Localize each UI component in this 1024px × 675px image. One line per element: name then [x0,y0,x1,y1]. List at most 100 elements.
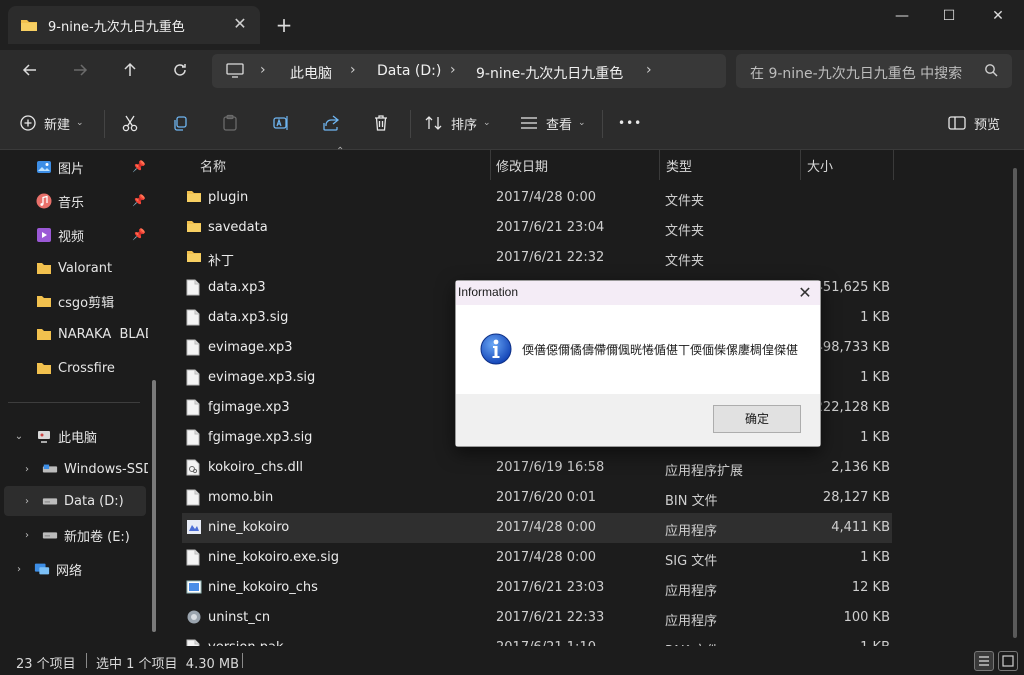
pictures-icon [36,159,52,175]
column-header-type[interactable]: 类型 [666,156,692,175]
sidebar-item-valorant[interactable]: Valorant [0,253,160,283]
sidebar-item-videos[interactable]: 视频 📌 [0,220,160,250]
chevron-down-icon: ⌄ [578,118,586,128]
file-row[interactable]: nine_kokoiro.exe.sig 2017/4/28 0:00 SIG 文件… [182,543,892,573]
sidebar-item-naraka[interactable]: NARAKA BLADEPOINT [0,319,148,349]
column-divider[interactable] [490,150,491,180]
file-row[interactable]: savedata 2017/6/21 23:04 文件夹 [182,213,892,243]
paste-icon [223,114,237,131]
sidebar-item-data-drive[interactable]: › Data (D:) [4,486,146,516]
forward-button[interactable] [64,58,96,88]
scissors-icon [122,115,138,132]
breadcrumb-current-folder[interactable]: 9-nine-九次九日九重色 [476,63,623,83]
close-window-button[interactable]: ✕ [976,4,1020,28]
dialog-close-button[interactable]: ✕ [792,281,818,305]
sidebar-item-crossfire[interactable]: Crossfire [0,353,160,383]
file-row[interactable]: uninst_cn 2017/6/21 22:33 应用程序 100 KB [182,603,892,633]
breadcrumb-data-drive[interactable]: Data (D:) [377,63,441,79]
pin-icon[interactable]: 📌 [132,228,146,241]
pin-icon[interactable]: 📌 [132,194,146,207]
column-header-name[interactable]: 名称 [200,156,226,175]
sidebar-item-this-pc[interactable]: ⌄ 此电脑 [0,421,160,451]
breadcrumb-separator[interactable]: › [450,62,456,78]
view-button[interactable]: 查看 ⌄ [520,108,586,138]
column-header-date[interactable]: 修改日期 [496,156,548,175]
sidebar-item-label: NARAKA BLADEPOINT [58,326,148,342]
file-name: savedata [208,220,268,235]
tiles-view-icon [1002,655,1014,667]
close-tab-icon[interactable]: ✕ [230,14,250,34]
sidebar-scrollbar[interactable] [152,380,156,632]
status-bar: 23 个项目 选中 1 个项目 4.30 MB [0,646,1024,675]
search-placeholder[interactable]: 在 9-nine-九次九日九重色 中搜索 [750,63,962,83]
pin-icon[interactable]: 📌 [132,160,146,173]
sidebar-item-csgo[interactable]: csgo剪辑 [0,286,160,316]
file-row[interactable]: 补丁 2017/6/21 22:32 文件夹 [182,243,892,273]
breadcrumb-separator[interactable]: › [350,62,356,78]
chevron-right-icon[interactable]: › [10,564,28,575]
file-row[interactable]: kokoiro_chs.dll 2017/6/19 16:58 应用程序扩展 2,13… [182,453,892,483]
paste-button[interactable] [215,108,245,138]
sidebar-item-windows-ssd[interactable]: › Windows-SSD [0,454,148,484]
copy-button[interactable] [165,108,195,138]
file-row[interactable]: plugin 2017/4/28 0:00 文件夹 [182,183,892,213]
file-name: uninst_cn [208,610,271,625]
file-row[interactable]: momo.bin 2017/6/20 0:01 BIN 文件 28,127 KB [182,483,892,513]
file-list-scrollbar[interactable] [1013,168,1017,638]
breadcrumb-separator[interactable]: › [646,62,652,78]
up-button[interactable] [114,58,146,88]
folder-icon [36,326,52,342]
breadcrumb-this-pc[interactable]: 此电脑 [290,63,332,83]
chevron-down-icon[interactable]: ⌄ [10,431,28,442]
file-icon [186,399,202,417]
chevron-right-icon[interactable]: › [18,530,36,541]
dialog-title: Information [458,285,519,299]
sidebar-item-music[interactable]: 音乐 📌 [0,186,160,216]
refresh-button[interactable] [164,58,196,88]
sidebar-item-network[interactable]: › 网络 [0,554,160,584]
chevron-right-icon[interactable]: › [18,464,36,475]
drive-icon [42,493,58,509]
sidebar-item-label: 图片 [58,161,85,177]
chevron-right-icon[interactable]: › [18,496,36,507]
breadcrumb-separator[interactable]: › [260,62,266,78]
file-date: 2017/4/28 0:00 [496,520,596,535]
preview-pane-button[interactable]: 预览 [948,108,1000,138]
more-options-button[interactable]: ••• [618,108,642,138]
folder-icon [186,219,202,237]
maximize-button[interactable]: ☐ [927,4,971,28]
minimize-button[interactable]: — [880,4,924,28]
sidebar-item-pictures[interactable]: 图片 📌 [0,152,160,182]
new-button[interactable]: 新建 ⌄ [20,108,84,138]
delete-button[interactable] [366,108,396,138]
search-icon[interactable] [984,63,998,81]
address-bar[interactable]: › 此电脑 › Data (D:) › 9-nine-九次九日九重色 › [212,54,726,88]
tab-current[interactable]: 9-nine-九次九日九重色 ✕ [8,6,260,44]
cut-button[interactable] [115,108,145,138]
file-type: 文件夹 [665,254,705,269]
application-icon [186,579,202,597]
new-tab-button[interactable]: + [270,12,298,38]
tiles-view-button[interactable] [998,651,1018,671]
application-icon [186,519,202,537]
file-size: 451,625 KB [814,280,890,295]
file-row[interactable]: nine_kokoiro 2017/4/28 0:00 应用程序 4,411 KB [182,513,892,543]
back-button[interactable] [14,58,46,88]
rename-button[interactable] [266,108,296,138]
column-divider[interactable] [893,150,894,180]
dialog-title-bar[interactable]: Information ✕ [456,281,820,305]
sidebar-item-e-drive[interactable]: › 新加卷 (E:) [0,520,160,550]
column-header-size[interactable]: 大小 [807,156,833,175]
sort-button[interactable]: 排序 ⌄ [425,108,491,138]
file-name: data.xp3 [208,280,266,295]
column-divider[interactable] [800,150,801,180]
details-view-button[interactable] [974,651,994,671]
search-box[interactable]: 在 9-nine-九次九日九重色 中搜索 [736,54,1012,88]
file-row[interactable]: nine_kokoiro_chs 2017/6/21 23:03 应用程序 12 KB [182,573,892,603]
ok-button[interactable]: 确定 [713,405,801,433]
share-button[interactable] [316,108,346,138]
command-bar: 新建 ⌄ 排序 ⌄ 查看 ⌄ ••• 预览 [0,96,1024,150]
rename-icon [273,116,288,130]
column-divider[interactable] [659,150,660,180]
file-size: 100 KB [843,610,890,625]
